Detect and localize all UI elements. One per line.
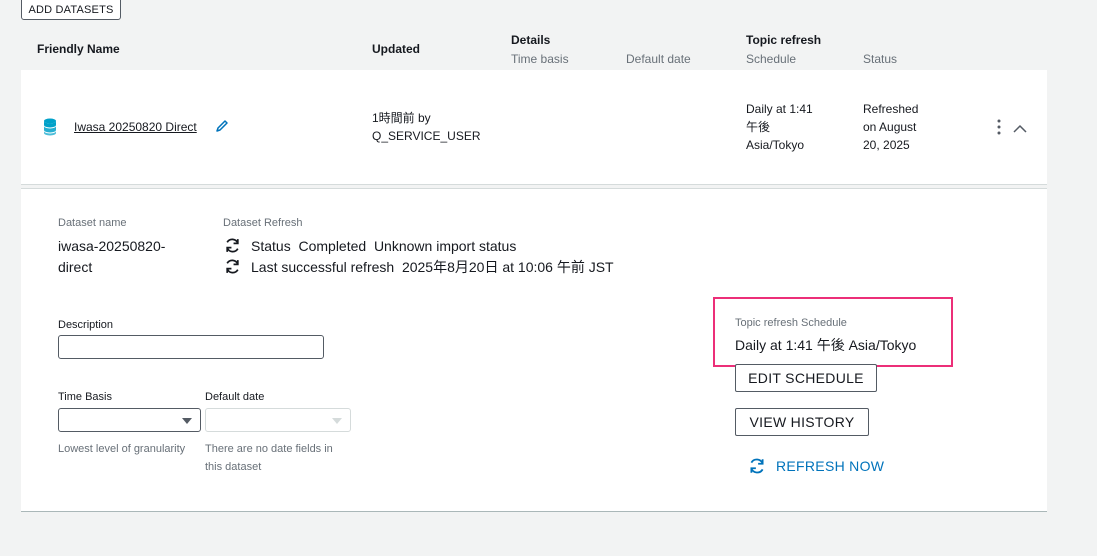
schedule-line3: Asia/Tokyo <box>746 138 805 152</box>
updated-line2: Q_SERVICE_USER <box>372 129 481 143</box>
header-schedule[interactable]: Schedule <box>746 52 796 66</box>
dataset-name-label: Dataset name <box>58 217 127 229</box>
last-successful-refresh-line: Last successful refresh 2025年8月20日 at 10… <box>251 259 614 275</box>
time-basis-label: Time Basis <box>58 391 112 403</box>
time-basis-select[interactable] <box>58 408 201 432</box>
view-history-button[interactable]: VIEW HISTORY <box>735 408 869 436</box>
schedule-line2: 午後 <box>746 120 771 134</box>
updated-line1: 1時間前 by <box>372 111 431 125</box>
kebab-menu-icon[interactable] <box>995 118 1003 141</box>
refresh-icon <box>224 258 241 280</box>
header-time-basis[interactable]: Time basis <box>511 52 569 66</box>
chevron-down-icon <box>182 418 192 424</box>
schedule-line1: Daily at 1:41 <box>746 102 813 116</box>
default-date-label: Default date <box>205 391 265 403</box>
header-topic-refresh: Topic refresh <box>746 33 822 47</box>
pencil-icon[interactable] <box>215 119 229 138</box>
status-line3: 20, 2025 <box>863 138 910 152</box>
refresh-icon <box>748 457 768 475</box>
highlight-box <box>713 297 953 367</box>
chevron-up-icon[interactable] <box>1012 121 1028 139</box>
topic-schedule-label: Topic refresh Schedule <box>735 317 847 329</box>
dataset-name-value-line1: iwasa-20250820- <box>58 238 166 254</box>
header-default-date[interactable]: Default date <box>626 52 691 66</box>
dataset-name-value-line2: direct <box>58 259 93 275</box>
header-details: Details <box>511 33 551 47</box>
edit-schedule-button[interactable]: EDIT SCHEDULE <box>735 364 877 392</box>
header-status[interactable]: Status <box>863 52 897 66</box>
chevron-down-icon <box>332 418 342 424</box>
status-line1: Refreshed <box>863 102 919 116</box>
refresh-status-line: Status Completed Unknown import status <box>251 238 517 254</box>
dataset-refresh-label: Dataset Refresh <box>223 217 303 229</box>
description-input[interactable] <box>58 335 324 359</box>
default-date-help-line2: this dataset <box>205 461 262 473</box>
default-date-help-line1: There are no date fields in <box>205 443 333 455</box>
dataset-name-link[interactable]: Iwasa 20250820 Direct <box>74 120 197 134</box>
header-friendly-name[interactable]: Friendly Name <box>37 42 120 56</box>
status-line2: on August <box>863 120 917 134</box>
add-datasets-button[interactable]: ADD DATASETS <box>21 0 121 20</box>
default-date-select[interactable] <box>205 408 351 432</box>
topic-schedule-value: Daily at 1:41 午後 Asia/Tokyo <box>735 337 917 353</box>
header-updated[interactable]: Updated <box>372 42 420 56</box>
database-icon <box>43 118 57 141</box>
description-label: Description <box>58 319 114 331</box>
refresh-now-button[interactable]: REFRESH NOW <box>748 457 884 475</box>
refresh-now-label: REFRESH NOW <box>776 458 885 474</box>
refresh-icon <box>224 237 241 259</box>
time-basis-help: Lowest level of granularity <box>58 443 186 455</box>
